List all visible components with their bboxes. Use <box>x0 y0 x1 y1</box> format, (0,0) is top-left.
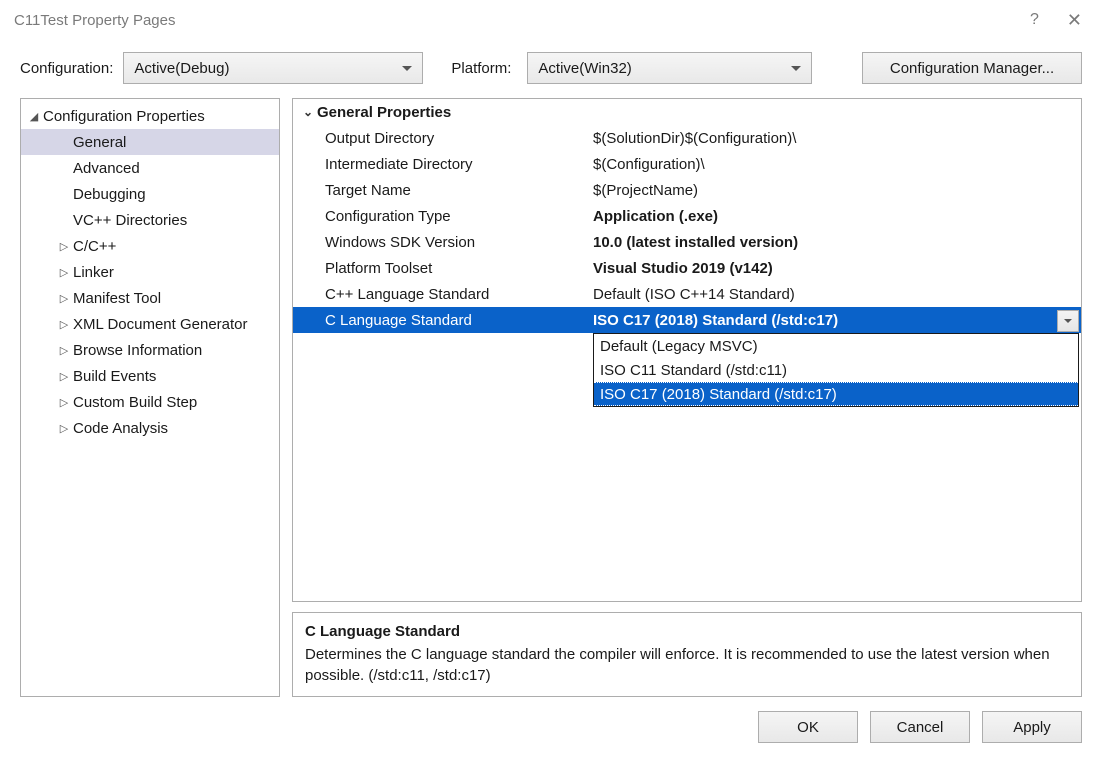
configuration-select[interactable]: Active(Debug) <box>123 52 423 84</box>
triangle-right-icon: ▷ <box>57 292 71 305</box>
property-row[interactable]: Target Name$(ProjectName) <box>293 177 1081 203</box>
platform-value: Active(Win32) <box>538 60 631 77</box>
tree-item-browse-information[interactable]: ▷Browse Information <box>21 337 279 363</box>
property-value[interactable]: $(SolutionDir)$(Configuration)\ <box>589 130 1081 147</box>
property-name: Target Name <box>293 182 589 199</box>
triangle-right-icon: ▷ <box>57 318 71 331</box>
help-icon[interactable]: ? <box>1030 11 1039 29</box>
property-grid[interactable]: ⌄ General Properties Output Directory$(S… <box>292 98 1082 602</box>
tree-item-label: Manifest Tool <box>73 290 161 307</box>
description-body: Determines the C language standard the c… <box>305 644 1069 686</box>
dialog-footer: OK Cancel Apply <box>0 697 1102 759</box>
triangle-right-icon: ▷ <box>57 422 71 435</box>
property-name: C Language Standard <box>293 312 589 329</box>
ok-button[interactable]: OK <box>758 711 858 743</box>
tree-item-vc-directories[interactable]: VC++ Directories <box>21 207 279 233</box>
description-title: C Language Standard <box>305 621 1069 642</box>
tree-item-linker[interactable]: ▷Linker <box>21 259 279 285</box>
tree-item-label: C/C++ <box>73 238 116 255</box>
property-row[interactable]: Output Directory$(SolutionDir)$(Configur… <box>293 125 1081 151</box>
property-name: Configuration Type <box>293 208 589 225</box>
property-value[interactable]: $(ProjectName) <box>589 182 1081 199</box>
description-panel: C Language Standard Determines the C lan… <box>292 612 1082 697</box>
tree-root[interactable]: ◢ Configuration Properties <box>21 103 279 129</box>
triangle-right-icon: ▷ <box>57 370 71 383</box>
dropdown-option[interactable]: ISO C17 (2018) Standard (/std:c17) <box>594 382 1078 406</box>
property-row[interactable]: Configuration TypeApplication (.exe) <box>293 203 1081 229</box>
configuration-label: Configuration: <box>20 60 113 77</box>
property-name: Output Directory <box>293 130 589 147</box>
tree-item-build-events[interactable]: ▷Build Events <box>21 363 279 389</box>
chevron-down-icon: ⌄ <box>299 105 317 119</box>
dropdown-button[interactable] <box>1057 310 1079 332</box>
category-tree[interactable]: ◢ Configuration Properties GeneralAdvanc… <box>20 98 280 697</box>
configuration-value: Active(Debug) <box>134 60 229 77</box>
property-row[interactable]: C++ Language StandardDefault (ISO C++14 … <box>293 281 1081 307</box>
platform-label: Platform: <box>451 60 511 77</box>
triangle-right-icon: ▷ <box>57 344 71 357</box>
grid-section-title: General Properties <box>317 104 451 121</box>
tree-item-label: Code Analysis <box>73 420 168 437</box>
tree-item-code-analysis[interactable]: ▷Code Analysis <box>21 415 279 441</box>
triangle-right-icon: ▷ <box>57 396 71 409</box>
property-value[interactable]: Default (ISO C++14 Standard) <box>589 286 1081 303</box>
triangle-down-icon: ◢ <box>27 110 41 123</box>
tree-item-label: Custom Build Step <box>73 394 197 411</box>
tree-item-c-c-[interactable]: ▷C/C++ <box>21 233 279 259</box>
property-name: C++ Language Standard <box>293 286 589 303</box>
tree-item-manifest-tool[interactable]: ▷Manifest Tool <box>21 285 279 311</box>
window-title: C11Test Property Pages <box>14 12 175 29</box>
tree-item-label: Browse Information <box>73 342 202 359</box>
property-value[interactable]: 10.0 (latest installed version) <box>589 234 1081 251</box>
close-icon[interactable]: ✕ <box>1067 10 1088 31</box>
property-name: Windows SDK Version <box>293 234 589 251</box>
grid-section-header[interactable]: ⌄ General Properties <box>293 99 1081 125</box>
cancel-button[interactable]: Cancel <box>870 711 970 743</box>
property-value[interactable]: Visual Studio 2019 (v142) <box>589 260 1081 277</box>
titlebar: C11Test Property Pages ? ✕ <box>0 0 1102 40</box>
tree-item-label: Build Events <box>73 368 156 385</box>
property-value[interactable]: $(Configuration)\ <box>589 156 1081 173</box>
property-row[interactable]: Intermediate Directory$(Configuration)\ <box>293 151 1081 177</box>
dropdown-option[interactable]: ISO C11 Standard (/std:c11) <box>594 358 1078 382</box>
property-value[interactable]: ISO C17 (2018) Standard (/std:c17) <box>589 312 1081 329</box>
config-bar: Configuration: Active(Debug) Platform: A… <box>0 40 1102 92</box>
triangle-right-icon: ▷ <box>57 240 71 253</box>
tree-item-debugging[interactable]: Debugging <box>21 181 279 207</box>
property-name: Platform Toolset <box>293 260 589 277</box>
property-row[interactable]: Platform ToolsetVisual Studio 2019 (v142… <box>293 255 1081 281</box>
tree-item-label: XML Document Generator <box>73 316 248 333</box>
triangle-right-icon: ▷ <box>57 266 71 279</box>
property-name: Intermediate Directory <box>293 156 589 173</box>
tree-item-xml-document-generator[interactable]: ▷XML Document Generator <box>21 311 279 337</box>
tree-item-label: Linker <box>73 264 114 281</box>
property-value[interactable]: Application (.exe) <box>589 208 1081 225</box>
tree-item-general[interactable]: General <box>21 129 279 155</box>
property-row[interactable]: C Language StandardISO C17 (2018) Standa… <box>293 307 1081 333</box>
c-standard-dropdown[interactable]: Default (Legacy MSVC)ISO C11 Standard (/… <box>593 333 1079 407</box>
platform-select[interactable]: Active(Win32) <box>527 52 812 84</box>
tree-item-custom-build-step[interactable]: ▷Custom Build Step <box>21 389 279 415</box>
apply-button[interactable]: Apply <box>982 711 1082 743</box>
configuration-manager-button[interactable]: Configuration Manager... <box>862 52 1082 84</box>
property-row[interactable]: Windows SDK Version10.0 (latest installe… <box>293 229 1081 255</box>
tree-item-advanced[interactable]: Advanced <box>21 155 279 181</box>
dropdown-option[interactable]: Default (Legacy MSVC) <box>594 334 1078 358</box>
tree-root-label: Configuration Properties <box>43 108 205 125</box>
